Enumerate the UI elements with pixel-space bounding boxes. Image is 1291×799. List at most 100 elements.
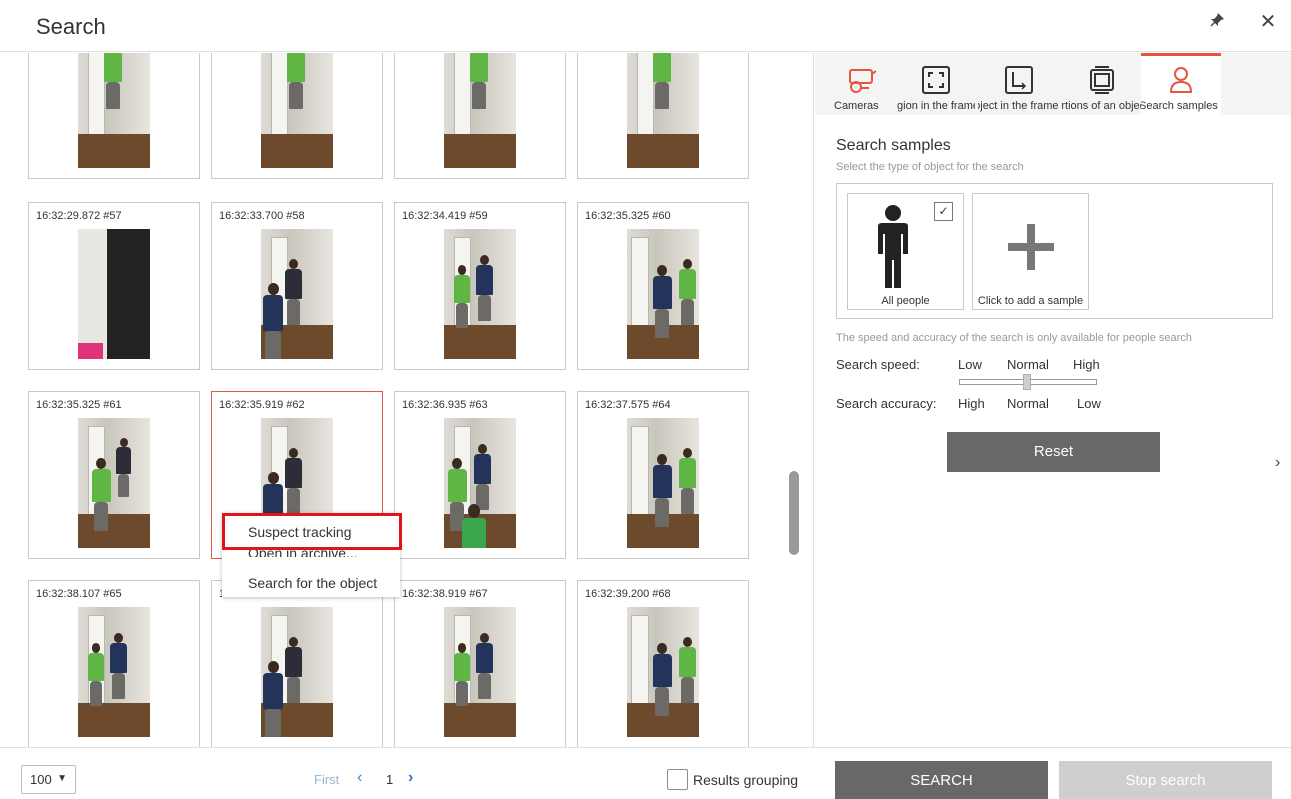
tab-label: Proportions of an object <box>1062 100 1142 112</box>
results-scrollbar[interactable] <box>789 471 799 555</box>
result-thumbnail[interactable] <box>627 229 699 359</box>
result-thumbnail[interactable] <box>78 53 150 168</box>
search-speed-label: Search speed: <box>836 357 920 372</box>
search-window-header: Search ✕ <box>0 0 1291 52</box>
tab-cameras[interactable]: Cameras <box>832 53 892 115</box>
result-card[interactable]: 16:32:39.200 #68 <box>577 580 749 747</box>
region-icon <box>921 65 951 95</box>
result-thumbnail[interactable] <box>78 418 150 548</box>
speed-slider-thumb[interactable] <box>1023 374 1031 390</box>
pin-icon[interactable] <box>1206 12 1228 34</box>
person-icon <box>1166 65 1196 95</box>
window-title: Search <box>36 14 106 39</box>
accuracy-option[interactable]: High <box>958 396 985 411</box>
menu-item-search-for-object[interactable]: Search for the object <box>248 575 377 591</box>
result-timestamp: 16:32:35.325 #61 <box>36 399 122 411</box>
result-thumbnail[interactable] <box>78 607 150 737</box>
result-thumbnail[interactable] <box>444 229 516 359</box>
tab-label: Cameras <box>834 100 879 112</box>
person-silhouette-icon <box>868 202 918 295</box>
sample-label: All people <box>881 295 930 307</box>
proportions-icon <box>1087 65 1117 95</box>
result-thumbnail[interactable] <box>261 229 333 359</box>
samples-box: ✓ All people Click to add a sample <box>836 183 1273 319</box>
per-page-select[interactable]: 100 ▼ <box>21 765 76 794</box>
results-grid: 16:32:29.872 #57 16:32:33.700 #58 16:32:34… <box>0 53 814 747</box>
result-card[interactable]: 16:32:37.575 #64 <box>577 391 749 559</box>
sample-all-people[interactable]: ✓ All people <box>847 193 964 310</box>
search-accuracy-label: Search accuracy: <box>836 396 937 411</box>
result-timestamp: 16:32:29.872 #57 <box>36 210 122 222</box>
tab-label: Search samples <box>1141 100 1218 112</box>
sample-label: Click to add a sample <box>977 295 1084 307</box>
result-card[interactable]: 16:32:34.419 #59 <box>394 202 566 370</box>
result-timestamp: 16:32:35.919 #62 <box>219 399 305 411</box>
accuracy-option[interactable]: Low <box>1077 396 1101 411</box>
pager-current-page: 1 <box>386 772 394 787</box>
result-timestamp: 16:32:38.919 #67 <box>402 588 488 600</box>
result-card[interactable]: 16:32:38.919 #67 <box>394 580 566 747</box>
result-thumbnail[interactable] <box>444 418 516 548</box>
check-icon[interactable]: ✓ <box>934 202 953 221</box>
result-thumbnail[interactable] <box>78 229 150 359</box>
result-card[interactable] <box>394 53 566 179</box>
tab-search-samples[interactable]: Search samples <box>1141 53 1221 115</box>
result-card[interactable]: 16:32:35.325 #60 <box>577 202 749 370</box>
result-timestamp: 16:32:37.575 #64 <box>585 399 671 411</box>
result-thumbnail[interactable] <box>627 53 699 168</box>
result-card[interactable]: 16:32:33.700 #58 <box>211 202 383 370</box>
result-timestamp: 16:32:36.935 #63 <box>402 399 488 411</box>
close-icon[interactable]: ✕ <box>1256 10 1280 34</box>
pager-first[interactable]: First <box>314 772 339 787</box>
speed-option: High <box>1073 357 1100 372</box>
footer-bar: 100 ▼ First ‹ 1 › Results grouping SEARC… <box>0 747 1291 799</box>
result-timestamp: 16:32:39.200 #68 <box>585 588 671 600</box>
tab-region[interactable]: Region in the frame <box>897 53 975 115</box>
context-menu: Suspect tracking Open in archive... Sear… <box>222 513 402 597</box>
result-card[interactable]: 16:32:29.872 #57 <box>28 202 200 370</box>
result-timestamp: 16:32:33.700 #58 <box>219 210 305 222</box>
tab-bar: Cameras Region in the frame The object i… <box>815 53 1291 115</box>
result-card[interactable] <box>577 53 749 179</box>
results-grouping-checkbox[interactable] <box>667 769 688 790</box>
result-card[interactable]: 16:32:35.325 #61 <box>28 391 200 559</box>
result-thumbnail[interactable] <box>444 607 516 737</box>
reset-button[interactable]: Reset <box>947 432 1160 472</box>
section-title: Search samples <box>836 137 951 154</box>
result-thumbnail[interactable] <box>261 53 333 168</box>
result-timestamp: 16:32:38.107 #65 <box>36 588 122 600</box>
result-card[interactable] <box>28 53 200 179</box>
speed-accuracy-note: The speed and accuracy of the search is … <box>836 332 1192 344</box>
section-subtitle: Select the type of object for the search <box>836 161 1024 173</box>
plus-icon <box>1008 224 1054 275</box>
tab-proportions[interactable]: Proportions of an object <box>1062 53 1142 115</box>
result-card[interactable]: 16:32:38.419 #66 <box>211 580 383 747</box>
chevron-right-icon[interactable]: › <box>408 769 413 787</box>
accuracy-option[interactable]: Normal <box>1007 396 1049 411</box>
results-grouping-label: Results grouping <box>693 772 799 788</box>
result-card[interactable]: 16:32:38.107 #65 <box>28 580 200 747</box>
tab-label: Region in the frame <box>897 100 975 112</box>
caret-down-icon: ▼ <box>57 773 67 784</box>
stop-search-button[interactable]: Stop search <box>1059 761 1272 799</box>
speed-option: Low <box>958 357 982 372</box>
speed-option: Normal <box>1007 357 1049 372</box>
camera-icon <box>847 65 877 95</box>
result-thumbnail[interactable] <box>261 607 333 737</box>
result-card[interactable] <box>211 53 383 179</box>
result-thumbnail[interactable] <box>627 607 699 737</box>
search-settings-panel: Cameras Region in the frame The object i… <box>815 53 1291 747</box>
highlight-frame <box>222 513 402 550</box>
result-card[interactable]: 16:32:36.935 #63 <box>394 391 566 559</box>
result-thumbnail[interactable] <box>444 53 516 168</box>
tab-label: The object in the frame <box>978 100 1059 112</box>
chevron-left-icon[interactable]: ‹ <box>357 769 362 787</box>
sample-add[interactable]: Click to add a sample <box>972 193 1089 310</box>
result-thumbnail[interactable] <box>627 418 699 548</box>
search-button[interactable]: SEARCH <box>835 761 1048 799</box>
result-timestamp: 16:32:34.419 #59 <box>402 210 488 222</box>
tab-object[interactable]: The object in the frame <box>978 53 1060 115</box>
result-timestamp: 16:32:35.325 #60 <box>585 210 671 222</box>
object-icon <box>1004 65 1034 95</box>
chevron-right-icon[interactable]: › <box>1275 454 1280 472</box>
